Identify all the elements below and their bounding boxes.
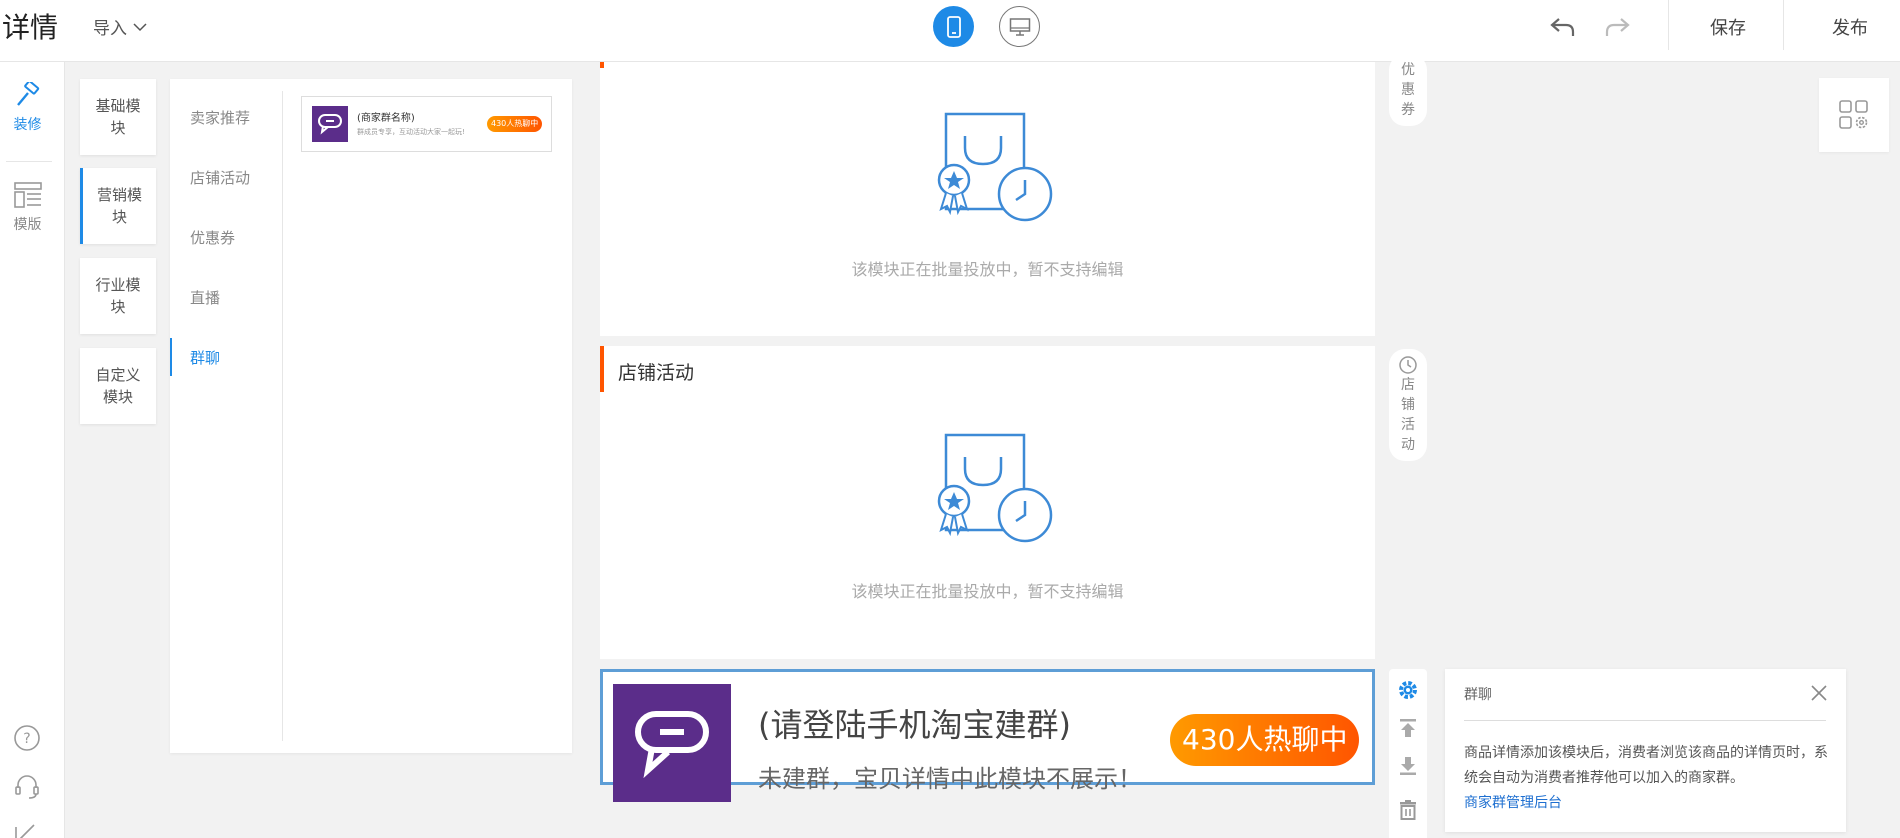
placeholder-text: 该模块正在批量投放中，暂不支持编辑 [851,260,1124,279]
store-activity-block[interactable]: 店铺活动 该模块正在批量投放中，暂不支持编辑 [600,346,1375,659]
clock-icon [1399,356,1417,374]
rail-decorate[interactable]: 装修 [0,82,55,134]
hammer-icon [16,82,39,106]
sub-nav-store-activity[interactable]: 店铺活动 [170,158,282,196]
side-label-char: 铺 [1401,397,1415,413]
publish-button[interactable]: 发布 [1832,14,1868,40]
block-title: 店铺活动 [618,362,695,384]
sub-nav: 卖家推荐 店铺活动 优惠券 直播 群聊 [170,79,282,753]
close-icon[interactable] [1809,683,1829,703]
group-chat-block[interactable]: (请登陆手机淘宝建群) 未建群，宝贝详情中此模块不展示！ 430人热聊中 [600,669,1375,802]
undo-icon[interactable] [1549,12,1577,40]
top-bar: 详情 导入 保存 发布 [0,0,1900,62]
group-chat-module-card[interactable]: (商家群名称) 群成员专享，互动活动大家一起玩! 430人热聊中 [301,96,552,152]
sub-nav-live[interactable]: 直播 [170,278,282,316]
group-chat-info-panel: 群聊 商品详情添加该模块后，消费者浏览该商品的详情页时，系统会自动为消费者推荐他… [1445,669,1846,832]
gear-icon[interactable] [1397,679,1419,701]
desktop-icon [1009,17,1030,36]
category-basic[interactable]: 基础模块 [80,79,156,155]
side-label-char: 券 [1401,102,1415,118]
import-dropdown[interactable]: 导入 [93,14,147,39]
page-title: 详情 [2,11,59,44]
desktop-view-button[interactable] [999,6,1040,47]
coupon-block[interactable]: 该模块正在批量投放中，暂不支持编辑 [600,62,1375,336]
edit-icon[interactable] [12,817,42,838]
placeholder-text: 该模块正在批量投放中，暂不支持编辑 [851,582,1124,601]
store-activity-side-label[interactable]: 店 铺 活 动 [1389,349,1427,461]
mobile-view-button[interactable] [933,6,974,47]
chat-bubble-icon [613,684,731,802]
rail-decorate-label: 装修 [13,117,42,133]
category-label: 营销模块 [96,186,142,226]
template-icon [13,182,42,208]
module-card-subtitle: 群成员专享，互动活动大家一起玩! [357,128,465,136]
rail-template[interactable]: 模版 [0,182,55,234]
sub-nav-coupon[interactable]: 优惠券 [170,218,282,256]
block-accent-bar [600,346,604,392]
save-button[interactable]: 保存 [1710,14,1746,40]
shopping-bag-clock-icon [937,433,1053,543]
category-label: 自定义模块 [95,366,141,406]
block-accent-bar [600,62,604,68]
help-icon[interactable]: ? [12,723,42,753]
shopping-bag-clock-icon [937,112,1053,222]
side-label-char: 优 [1401,62,1415,78]
mobile-icon [946,15,961,38]
side-label-char: 惠 [1401,82,1415,98]
group-chat-badge: 430人热聊中 [1170,714,1360,766]
info-panel-description: 商品详情添加该模块后，消费者浏览该商品的详情页时，系统会自动为消费者推荐他可以加… [1464,745,1828,786]
divider [282,91,283,741]
divider [1668,0,1669,50]
group-chat-subtitle: 未建群，宝贝详情中此模块不展示！ [758,765,1142,793]
svg-text:?: ? [23,731,30,747]
category-label: 基础模块 [95,97,141,137]
group-chat-title: (请登陆手机淘宝建群) [758,706,1071,744]
left-rail: 装修 模版 ? [0,62,65,838]
move-to-bottom-icon[interactable] [1397,755,1419,777]
divider [1783,0,1784,50]
category-industry[interactable]: 行业模块 [80,258,156,334]
category-custom[interactable]: 自定义模块 [80,348,156,424]
headset-icon[interactable] [12,771,42,801]
coupon-side-label[interactable]: 优 惠 券 [1389,54,1427,126]
module-panel: 卖家推荐 店铺活动 优惠券 直播 群聊 (商家群名称) 群成员专享，互动活动大家… [170,79,572,753]
side-label-char: 店 [1401,377,1415,393]
divider [6,161,52,162]
move-to-top-icon[interactable] [1397,717,1419,739]
side-label-char: 动 [1401,437,1415,453]
group-admin-link[interactable]: 商家群管理后台 [1464,792,1562,812]
divider [1464,720,1826,721]
redo-icon[interactable] [1603,12,1631,40]
trash-icon[interactable] [1397,799,1419,821]
category-label: 行业模块 [95,276,141,316]
chat-bubble-icon [312,106,348,142]
info-panel-title: 群聊 [1464,687,1492,703]
side-label-char: 活 [1401,417,1415,433]
module-card-badge: 430人热聊中 [487,116,543,132]
sub-nav-group-chat[interactable]: 群聊 [170,338,282,376]
category-marketing[interactable]: 营销模块 [80,168,156,244]
module-card-title: (商家群名称) [357,113,415,124]
chevron-down-icon [133,22,147,31]
import-label: 导入 [93,19,127,39]
block-tool-strip [1389,669,1427,838]
apps-settings-icon [1839,100,1868,129]
widget-settings-button[interactable] [1819,78,1889,152]
sub-nav-seller-recommend[interactable]: 卖家推荐 [170,98,282,136]
rail-template-label: 模版 [13,217,42,233]
